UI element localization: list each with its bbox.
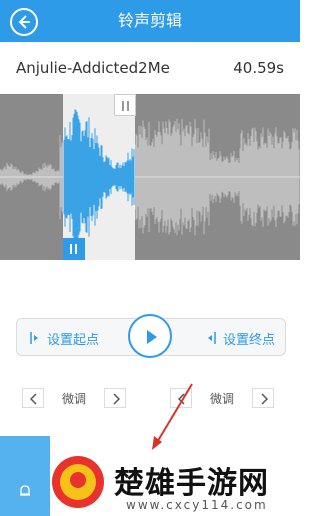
brand-url: www.cxcy114.com — [126, 498, 268, 512]
bell-icon — [20, 485, 30, 496]
brand-name: 楚雄手游网 — [114, 466, 269, 501]
set-start-button[interactable]: 设置起点 — [29, 319, 99, 357]
end-bracket-icon — [207, 332, 216, 344]
start-fine-tune: 微调 — [22, 388, 126, 408]
track-duration: 40.59s — [233, 59, 284, 77]
watermark: 楚雄手游网 www.cxcy114.com — [52, 446, 300, 516]
end-tune-increase-button[interactable] — [252, 388, 274, 408]
start-tune-increase-button[interactable] — [104, 388, 126, 408]
waveform-area[interactable] — [0, 94, 300, 260]
set-end-button[interactable]: 设置终点 — [205, 319, 275, 357]
set-start-label: 设置起点 — [47, 332, 100, 348]
chevron-left-icon — [30, 393, 37, 405]
start-handle[interactable] — [63, 238, 85, 260]
track-info: Anjulie-Addicted2Me 40.59s — [0, 42, 300, 94]
set-end-label: 设置终点 — [222, 332, 275, 348]
start-bracket-icon — [30, 332, 38, 344]
chevron-right-icon — [261, 393, 268, 405]
track-name: Anjulie-Addicted2Me — [16, 59, 170, 77]
selected-waveform — [63, 109, 135, 245]
bottom-tab[interactable] — [0, 436, 50, 516]
annotation-arrow — [152, 383, 193, 450]
end-handle[interactable] — [114, 94, 136, 116]
start-tune-label: 微调 — [61, 391, 86, 406]
start-tune-decrease-button[interactable] — [22, 388, 44, 408]
play-button[interactable] — [128, 314, 172, 358]
header-bar: 铃声剪辑 — [0, 0, 300, 42]
chevron-right-icon — [113, 393, 120, 405]
brand-logo — [52, 456, 104, 508]
page-title: 铃声剪辑 — [117, 11, 182, 30]
end-tune-label: 微调 — [209, 391, 234, 406]
play-icon — [147, 330, 157, 344]
